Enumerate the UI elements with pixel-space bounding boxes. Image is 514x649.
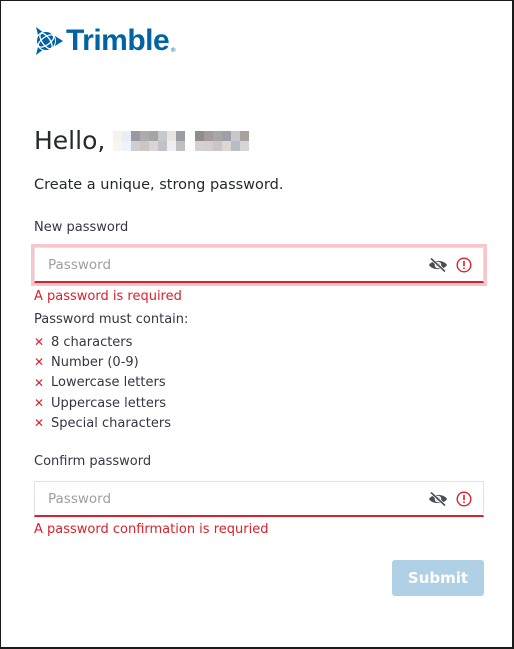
x-mark-icon: ✕ bbox=[34, 375, 45, 390]
confirm-password-label: Confirm password bbox=[34, 454, 152, 469]
requirement-label: Uppercase letters bbox=[51, 395, 167, 411]
x-mark-icon: ✕ bbox=[34, 355, 45, 370]
submit-button[interactable]: Submit bbox=[392, 560, 484, 596]
new-password-input[interactable] bbox=[35, 248, 427, 281]
trimble-globe-icon bbox=[36, 27, 63, 55]
requirements-title: Password must contain: bbox=[34, 312, 189, 327]
confirm-password-error: A password confirmation is requried bbox=[34, 522, 269, 537]
eye-slash-icon[interactable] bbox=[427, 254, 449, 276]
x-mark-icon: ✕ bbox=[34, 396, 45, 411]
brand-name: Trimble bbox=[66, 24, 170, 57]
page-subtitle: Create a unique, strong password. bbox=[34, 177, 284, 193]
requirement-item: ✕ Uppercase letters bbox=[34, 393, 171, 413]
requirement-label: 8 characters bbox=[51, 334, 133, 350]
confirm-password-field bbox=[34, 481, 484, 517]
requirement-item: ✕ Special characters bbox=[34, 413, 171, 433]
trimble-logo: Trimble ® bbox=[34, 25, 176, 57]
requirement-label: Lowercase letters bbox=[51, 375, 166, 391]
registered-mark: ® bbox=[170, 47, 177, 54]
x-mark-icon: ✕ bbox=[34, 335, 45, 350]
greeting-heading: Hello, bbox=[34, 126, 250, 155]
redacted-user-name bbox=[113, 129, 250, 153]
requirement-item: ✕ Lowercase letters bbox=[34, 373, 171, 393]
exclamation-circle-icon bbox=[453, 254, 475, 276]
requirement-label: Special characters bbox=[51, 415, 171, 431]
new-password-field bbox=[34, 247, 484, 283]
eye-slash-icon[interactable] bbox=[427, 488, 449, 510]
requirement-item: ✕ 8 characters bbox=[34, 332, 171, 352]
confirm-password-input[interactable] bbox=[35, 482, 427, 515]
requirement-item: ✕ Number (0-9) bbox=[34, 352, 171, 372]
new-password-label: New password bbox=[34, 220, 129, 235]
x-mark-icon: ✕ bbox=[34, 416, 45, 431]
exclamation-circle-icon bbox=[453, 488, 475, 510]
greeting-prefix: Hello, bbox=[34, 126, 106, 155]
new-password-error: A password is required bbox=[34, 289, 182, 304]
requirement-label: Number (0-9) bbox=[51, 354, 139, 370]
requirements-list: ✕ 8 characters ✕ Number (0-9) ✕ Lowercase l… bbox=[34, 332, 171, 433]
